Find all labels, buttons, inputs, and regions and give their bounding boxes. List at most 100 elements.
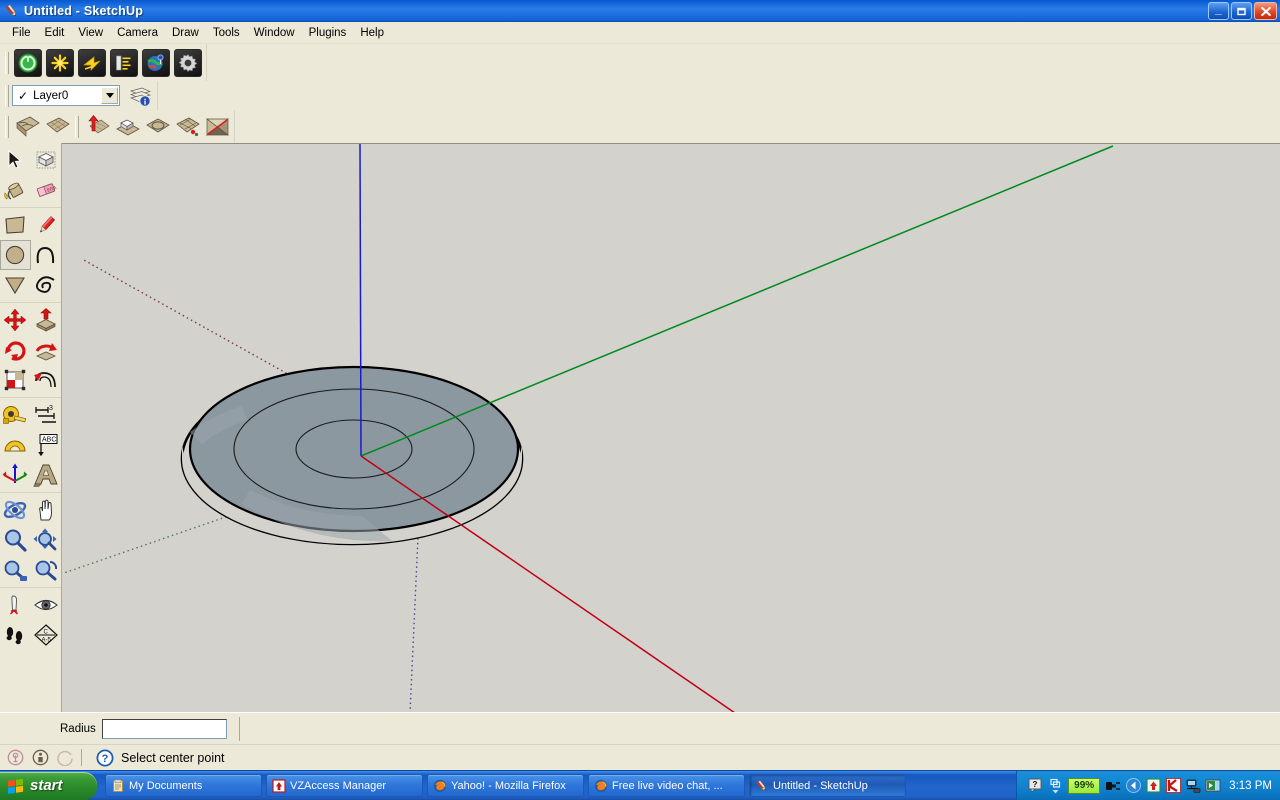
menu-bar: File Edit View Camera Draw Tools Window …: [0, 22, 1280, 44]
start-button[interactable]: start: [0, 771, 97, 800]
power-plug-icon[interactable]: [1105, 778, 1121, 794]
svg-text:ABC: ABC: [42, 437, 56, 444]
folder-documents-icon: [111, 779, 125, 793]
firefox-icon: [433, 779, 447, 793]
share-model-button[interactable]: [46, 48, 74, 77]
taskbar-item-yahoo-firefox[interactable]: Yahoo! - Mozilla Firefox: [427, 774, 584, 797]
axes-tool[interactable]: [0, 460, 31, 490]
maximize-button[interactable]: [1231, 2, 1252, 20]
question-help-icon[interactable]: ?: [95, 748, 115, 768]
display-monitor-icon[interactable]: [1205, 778, 1221, 794]
circle-tool[interactable]: [0, 240, 31, 270]
model-viewport[interactable]: [62, 143, 1280, 712]
paint-bucket-tool[interactable]: [0, 175, 31, 205]
menu-help[interactable]: Help: [353, 25, 391, 41]
settings-button[interactable]: [174, 48, 202, 77]
menu-file[interactable]: File: [5, 25, 38, 41]
help-balloon-icon[interactable]: ?: [1027, 778, 1043, 794]
toolbar-grip[interactable]: [5, 84, 9, 107]
taskbar-item-video-chat[interactable]: Free live video chat, ...: [588, 774, 745, 797]
chevron-left-icon[interactable]: [1125, 778, 1141, 794]
taskbar-item-sketchup[interactable]: Untitled - SketchUp: [749, 774, 906, 797]
dimension-tool[interactable]: 3: [31, 400, 62, 430]
layer-manager-button[interactable]: [126, 82, 154, 110]
flip-edge-button[interactable]: [203, 113, 231, 141]
network-computers-icon[interactable]: [1185, 778, 1201, 794]
status-message: Select center point: [121, 750, 225, 765]
zoom-window-tool[interactable]: [31, 525, 62, 555]
orbit-tool[interactable]: [0, 495, 31, 525]
menu-view[interactable]: View: [71, 25, 110, 41]
menu-window[interactable]: Window: [247, 25, 302, 41]
show-hidden-icons-icon[interactable]: [1047, 778, 1063, 794]
toolbar-grip[interactable]: [5, 115, 9, 138]
taskbar-item-my-documents[interactable]: My Documents: [105, 774, 262, 797]
section-plane-tool[interactable]: C A-5: [31, 620, 62, 650]
protractor-tool[interactable]: [0, 430, 31, 460]
tape-measure-tool[interactable]: [0, 400, 31, 430]
arc-tool[interactable]: [31, 240, 61, 270]
zoom-tool[interactable]: [0, 525, 31, 555]
svg-text:A-5: A-5: [41, 638, 51, 644]
toolbar-grip[interactable]: [75, 115, 79, 138]
layer-select[interactable]: ✓ Layer0: [12, 85, 120, 106]
taskbar-clock[interactable]: 3:13 PM: [1229, 780, 1272, 792]
preview-model-in-google-earth-button[interactable]: [142, 48, 170, 77]
palette-section-walkthrough: C A-5: [0, 588, 61, 652]
add-detail-button[interactable]: [173, 113, 201, 141]
menu-camera[interactable]: Camera: [110, 25, 165, 41]
windows-flag-icon: [7, 777, 25, 795]
follow-me-tool[interactable]: [31, 335, 62, 365]
minimize-button[interactable]: _: [1208, 2, 1229, 20]
line-tool[interactable]: [31, 210, 62, 240]
rotate-tool[interactable]: [0, 335, 31, 365]
taskbar-item-vzaccess[interactable]: VZAccess Manager: [266, 774, 423, 797]
svg-text:C: C: [43, 630, 48, 636]
update-shield-icon[interactable]: [1145, 778, 1161, 794]
3d-text-tool[interactable]: [31, 460, 62, 490]
model-canvas[interactable]: [62, 144, 1280, 712]
system-tray: ? 99% 3:13 PM: [1016, 770, 1280, 800]
polygon-tool[interactable]: [0, 270, 31, 300]
sandbox-from-scratch-button[interactable]: [43, 113, 71, 141]
kaspersky-k-icon[interactable]: [1165, 778, 1181, 794]
pan-tool[interactable]: [31, 495, 62, 525]
window-controls: _: [1208, 2, 1277, 20]
text-tool[interactable]: ABC: [31, 430, 62, 460]
close-button[interactable]: [1254, 2, 1277, 20]
menu-tools[interactable]: Tools: [206, 25, 247, 41]
eraser-tool[interactable]: ERA: [31, 175, 62, 205]
push-pull-tool[interactable]: [31, 305, 62, 335]
get-models-button[interactable]: [14, 48, 42, 77]
position-camera-tool[interactable]: [0, 590, 31, 620]
chevron-down-icon[interactable]: [101, 87, 118, 104]
geo-location-icon[interactable]: [5, 748, 25, 768]
status-bar: ? Select center point: [0, 744, 1280, 770]
battery-indicator[interactable]: 99%: [1068, 777, 1101, 794]
menu-draw[interactable]: Draw: [165, 25, 206, 41]
move-tool[interactable]: [0, 305, 31, 335]
claim-icon[interactable]: [55, 748, 75, 768]
zoom-extents-tool[interactable]: [0, 555, 31, 585]
select-tool[interactable]: [0, 145, 31, 175]
previous-view-tool[interactable]: [31, 555, 62, 585]
toolbar-grip[interactable]: [5, 51, 9, 74]
make-component-tool[interactable]: [31, 145, 62, 175]
status-divider: [81, 749, 82, 766]
rectangle-tool[interactable]: [0, 210, 31, 240]
stamp-button[interactable]: [113, 113, 141, 141]
scale-tool[interactable]: [0, 365, 31, 395]
measurement-input[interactable]: [101, 718, 227, 739]
look-around-tool[interactable]: [31, 590, 62, 620]
menu-plugins[interactable]: Plugins: [302, 25, 354, 41]
offset-tool[interactable]: [31, 365, 62, 395]
share-component-button[interactable]: [78, 48, 106, 77]
freehand-tool[interactable]: [31, 270, 62, 300]
credits-person-icon[interactable]: [30, 748, 50, 768]
drape-button[interactable]: [143, 113, 171, 141]
walk-tool[interactable]: [0, 620, 31, 650]
document-info-button[interactable]: [110, 48, 138, 77]
smoove-button[interactable]: [83, 113, 111, 141]
sandbox-from-contours-button[interactable]: [13, 113, 41, 141]
menu-edit[interactable]: Edit: [38, 25, 72, 41]
